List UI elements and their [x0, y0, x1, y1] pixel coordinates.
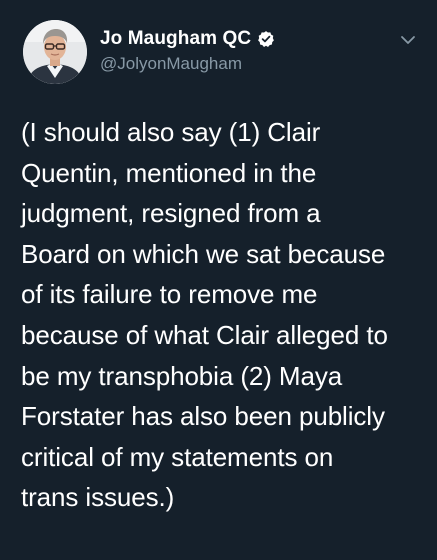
tweet-text: (I should also say (1) Clair Quentin, me… [21, 112, 419, 518]
tweet-text-line: Forstater has also been publicly [21, 401, 385, 432]
tweet-text-line: critical of my statements on [21, 441, 334, 472]
tweet-text-line: Board on which we sat because [21, 238, 386, 269]
tweet-text-line: of its failure to remove me [21, 279, 318, 310]
author-handle[interactable]: @JolyonMaugham [100, 54, 370, 74]
tweet-text-line: because of what Clair alleged to [21, 319, 388, 350]
tweet-text-line: judgment, resigned from a [21, 198, 321, 229]
chevron-down-icon[interactable] [398, 32, 418, 48]
avatar-image [23, 20, 87, 84]
tweet-text-line: trans issues.) [21, 482, 175, 513]
tweet-card: Jo Maugham QC @JolyonMaugham (I should a… [0, 0, 437, 560]
tweet-header: Jo Maugham QC @JolyonMaugham [23, 20, 423, 88]
avatar[interactable] [23, 20, 87, 84]
display-name[interactable]: Jo Maugham QC [100, 28, 251, 50]
tweet-text-line: Quentin, mentioned in the [21, 157, 317, 188]
tweet-text-line: (I should also say (1) Clair [21, 117, 321, 147]
verified-badge-icon [258, 31, 275, 47]
card-bottom-edge [0, 555, 437, 560]
author-info: Jo Maugham QC @JolyonMaugham [100, 27, 370, 74]
tweet-text-line: be my transphobia (2) Maya [21, 360, 343, 391]
display-name-row: Jo Maugham QC [100, 27, 370, 51]
